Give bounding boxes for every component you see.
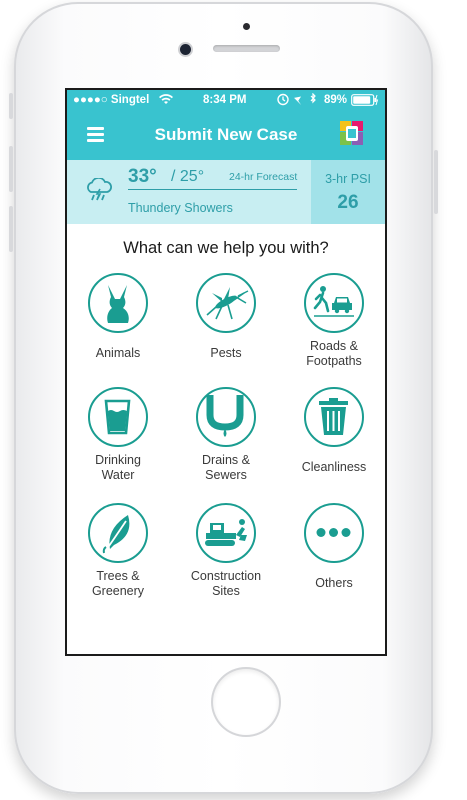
mute-switch (9, 93, 13, 119)
help-prompt: What can we help you with? (123, 239, 329, 257)
more-icon (304, 503, 364, 563)
temperature-high: 33° (128, 166, 157, 187)
category-animals[interactable]: Animals (67, 273, 173, 361)
volume-up-button (9, 146, 13, 192)
category-drinking-water[interactable]: Drinking Water (67, 387, 173, 483)
psi-label: 3-hr PSI (325, 172, 371, 186)
app-logo-icon[interactable] (337, 120, 367, 150)
nav-bar: Submit New Case (67, 110, 385, 160)
category-label: Trees & Greenery (91, 569, 145, 598)
category-label: Pests (210, 346, 242, 360)
category-label: Roads & Footpaths (306, 339, 362, 368)
category-label: Construction Sites (190, 569, 262, 598)
psi-value: 26 (337, 192, 359, 213)
category-drains-sewers[interactable]: Drains & Sewers (171, 387, 281, 483)
category-trees-greenery[interactable]: Trees & Greenery (67, 503, 173, 599)
clock: 8:34 PM (203, 94, 247, 106)
earpiece-speaker (213, 45, 280, 52)
category-cleanliness[interactable]: Cleanliness (279, 387, 385, 475)
volume-down-button (9, 206, 13, 252)
category-label: Others (315, 576, 353, 590)
temperature-low: / 25° (171, 168, 205, 185)
category-others[interactable]: Others (279, 503, 385, 591)
divider (128, 189, 297, 190)
water-glass-icon (88, 387, 148, 447)
animal-icon (88, 273, 148, 333)
category-label: Drinking Water (95, 453, 141, 482)
leaf-icon (88, 503, 148, 563)
carrier: ●●●●○ Singtel (73, 94, 150, 106)
category-label: Animals (95, 346, 141, 360)
category-label: Drains & Sewers (202, 453, 250, 482)
drain-icon (196, 387, 256, 447)
power-button (434, 150, 438, 214)
front-camera (180, 44, 191, 55)
psi-panel: 3-hr PSI 26 (311, 160, 385, 224)
bulldozer-icon (196, 503, 256, 563)
category-roads-footpaths[interactable]: Roads & Footpaths (279, 273, 385, 369)
battery-percent: 89% (324, 94, 348, 106)
trash-bin-icon (304, 387, 364, 447)
status-bar: ●●●●○ Singtel 8:34 PM 89% (67, 90, 385, 110)
weather-condition: Thundery Showers (128, 201, 233, 215)
forecast-label: 24-hr Forecast (229, 171, 298, 183)
status-icons (277, 92, 329, 109)
category-construction-sites[interactable]: Construction Sites (171, 503, 281, 599)
thunderstorm-icon (85, 176, 113, 209)
weather-panel[interactable]: 33° / 25° 24-hr Forecast Thundery Shower… (67, 160, 385, 224)
battery-icon (351, 94, 379, 109)
proximity-sensor (243, 23, 250, 30)
category-pests[interactable]: Pests (171, 273, 281, 361)
home-button[interactable] (213, 669, 279, 735)
road-icon (304, 273, 364, 333)
mosquito-icon (196, 273, 256, 333)
wifi-icon (159, 94, 173, 108)
app-screen: ●●●●○ Singtel 8:34 PM 89% Submit New Cas… (65, 88, 387, 656)
category-label: Cleanliness (301, 460, 367, 474)
